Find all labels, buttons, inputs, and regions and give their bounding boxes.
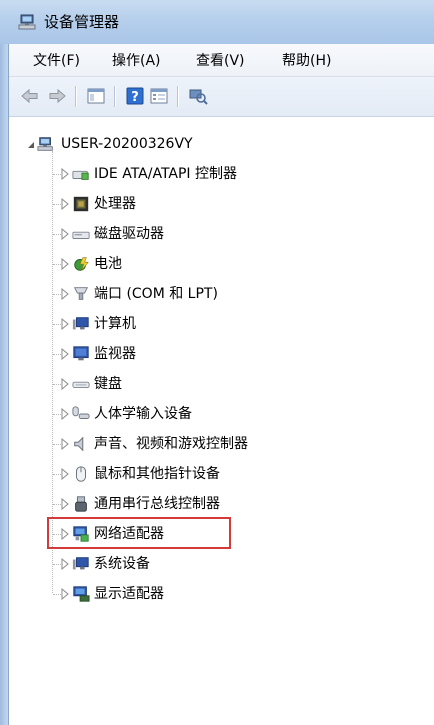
usb-icon bbox=[75, 496, 87, 512]
menu-view[interactable]: 查看(V) bbox=[196, 52, 245, 70]
scan-hardware-icon[interactable] bbox=[188, 86, 208, 106]
computer-root-icon bbox=[37, 137, 53, 151]
collapse-arrow-icon[interactable] bbox=[26, 139, 36, 151]
sound-icon bbox=[74, 436, 84, 452]
tree-item-label: 磁盘驱动器 bbox=[94, 226, 164, 242]
tree-item-network-adapters[interactable]: 网络适配器 bbox=[9, 523, 429, 545]
help-icon[interactable]: ? bbox=[125, 86, 145, 106]
expand-arrow-icon[interactable] bbox=[60, 318, 70, 330]
keyboard-icon bbox=[72, 381, 90, 389]
menu-bar: 文件(F) 操作(A) 查看(V) 帮助(H) bbox=[9, 44, 434, 77]
monitor-icon bbox=[73, 346, 89, 361]
tree-item-label: 处理器 bbox=[94, 196, 136, 212]
tree-item-label: 网络适配器 bbox=[94, 526, 164, 542]
expand-arrow-icon[interactable] bbox=[60, 528, 70, 540]
processor-icon bbox=[73, 196, 89, 212]
tree-root[interactable]: USER-20200326VY bbox=[9, 133, 429, 155]
tree-item-label: 系统设备 bbox=[94, 556, 150, 572]
battery-icon bbox=[74, 257, 89, 271]
expand-arrow-icon[interactable] bbox=[60, 168, 70, 180]
expand-arrow-icon[interactable] bbox=[60, 558, 70, 570]
tree-item-system-devices[interactable]: 系统设备 bbox=[9, 553, 429, 575]
toolbar-separator bbox=[177, 86, 179, 107]
mouse-icon bbox=[76, 466, 86, 482]
expand-arrow-icon[interactable] bbox=[60, 468, 70, 480]
window-title: 设备管理器 bbox=[44, 13, 120, 31]
tree-item-disk-drives[interactable]: 磁盘驱动器 bbox=[9, 223, 429, 245]
disk-drive-icon bbox=[72, 231, 90, 239]
tree-item-label: 键盘 bbox=[94, 376, 122, 392]
svg-text:?: ? bbox=[131, 90, 139, 105]
expand-arrow-icon[interactable] bbox=[60, 408, 70, 420]
title-bar[interactable]: 设备管理器 bbox=[0, 0, 434, 44]
expand-arrow-icon[interactable] bbox=[60, 588, 70, 600]
tree-item-keyboards[interactable]: 键盘 bbox=[9, 373, 429, 395]
menu-action[interactable]: 操作(A) bbox=[112, 52, 161, 70]
show-hide-console-tree-icon[interactable] bbox=[86, 86, 106, 106]
tree-item-computer[interactable]: 计算机 bbox=[9, 313, 429, 335]
tree-item-label: 声音、视频和游戏控制器 bbox=[94, 436, 248, 452]
tree-item-ide-controller[interactable]: IDE ATA/ATAPI 控制器 bbox=[9, 163, 429, 185]
expand-arrow-icon[interactable] bbox=[60, 438, 70, 450]
tree-item-sound[interactable]: 声音、视频和游戏控制器 bbox=[9, 433, 429, 455]
tree-item-processor[interactable]: 处理器 bbox=[9, 193, 429, 215]
back-icon[interactable] bbox=[20, 86, 40, 106]
tree-item-label: 端口 (COM 和 LPT) bbox=[94, 286, 218, 302]
tree-item-label: 鼠标和其他指针设备 bbox=[94, 466, 220, 482]
tree-item-label: IDE ATA/ATAPI 控制器 bbox=[94, 166, 238, 182]
tree-root-label: USER-20200326VY bbox=[61, 136, 193, 152]
tree-item-mice[interactable]: 鼠标和其他指针设备 bbox=[9, 463, 429, 485]
tree-item-label: 显示适配器 bbox=[94, 586, 164, 602]
device-manager-icon bbox=[18, 14, 36, 30]
device-manager-window: 设备管理器 文件(F) 操作(A) 查看(V) 帮助(H) ? USER-202… bbox=[0, 0, 434, 725]
expand-arrow-icon[interactable] bbox=[60, 348, 70, 360]
tree-item-label: 通用串行总线控制器 bbox=[94, 496, 220, 512]
toolbar-separator bbox=[114, 86, 116, 107]
network-adapter-icon bbox=[73, 526, 89, 542]
expand-arrow-icon[interactable] bbox=[60, 198, 70, 210]
expand-arrow-icon[interactable] bbox=[60, 258, 70, 270]
tree-item-label: 监视器 bbox=[94, 346, 136, 362]
display-adapter-icon bbox=[73, 586, 90, 602]
expand-arrow-icon[interactable] bbox=[60, 378, 70, 390]
computer-icon bbox=[72, 317, 89, 330]
tree-item-monitors[interactable]: 监视器 bbox=[9, 343, 429, 365]
properties-icon[interactable] bbox=[149, 86, 169, 106]
tree-item-usb[interactable]: 通用串行总线控制器 bbox=[9, 493, 429, 515]
expand-arrow-icon[interactable] bbox=[60, 228, 70, 240]
toolbar: ? bbox=[9, 77, 434, 117]
ide-controller-icon bbox=[72, 170, 89, 180]
tree-item-hid[interactable]: 人体学输入设备 bbox=[9, 403, 429, 425]
tree-item-battery[interactable]: 电池 bbox=[9, 253, 429, 275]
window-left-frame bbox=[0, 44, 9, 725]
tree-item-ports[interactable]: 端口 (COM 和 LPT) bbox=[9, 283, 429, 305]
menu-help[interactable]: 帮助(H) bbox=[282, 52, 331, 70]
tree-item-label: 计算机 bbox=[94, 316, 136, 332]
tree-item-label: 人体学输入设备 bbox=[94, 406, 192, 422]
system-devices-icon bbox=[72, 557, 89, 570]
port-icon bbox=[73, 287, 89, 300]
device-tree: USER-20200326VY IDE ATA/ATAPI 控制器 处理器 磁盘… bbox=[9, 117, 434, 725]
tree-item-label: 电池 bbox=[94, 256, 122, 272]
tree-item-display-adapters[interactable]: 显示适配器 bbox=[9, 583, 429, 605]
forward-icon[interactable] bbox=[47, 86, 67, 106]
menu-file[interactable]: 文件(F) bbox=[33, 52, 80, 70]
hid-icon bbox=[72, 406, 90, 419]
expand-arrow-icon[interactable] bbox=[60, 288, 70, 300]
expand-arrow-icon[interactable] bbox=[60, 498, 70, 510]
toolbar-separator bbox=[75, 86, 77, 107]
